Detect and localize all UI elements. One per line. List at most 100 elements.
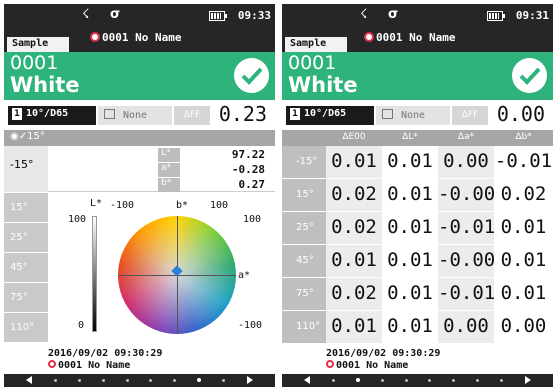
target-icon xyxy=(364,32,374,42)
page-dot xyxy=(476,379,480,382)
page-dot xyxy=(101,379,105,382)
next-page-arrow-icon[interactable] xyxy=(247,376,253,384)
cell-da: -0.00 xyxy=(438,245,495,277)
target-icon xyxy=(326,360,334,368)
cell-db: 0.01 xyxy=(494,245,553,277)
table-row: 75° 0.02 0.01 -0.01 0.01 xyxy=(282,278,553,311)
footer-datetime: 2016/09/02 09:30:29 xyxy=(48,348,163,359)
lightness-bar xyxy=(92,216,97,332)
lab-values: -15° L* 97.22 a* -0.28 b* 0.27 xyxy=(4,146,275,192)
observer-button[interactable]: 1 10°/D65 xyxy=(8,106,96,125)
angle-item[interactable]: 45° xyxy=(4,253,48,282)
check-circle-icon xyxy=(234,58,269,93)
cell-de00: 0.02 xyxy=(326,278,382,310)
b-top-label: 100 xyxy=(210,200,229,211)
angle-item[interactable]: 75° xyxy=(4,283,48,312)
observer-button[interactable]: 1 10°/D65 xyxy=(286,106,374,125)
lab-angle[interactable]: -15° xyxy=(4,146,48,192)
target-icon xyxy=(90,32,100,42)
a-value: -0.28 xyxy=(231,163,265,176)
table-row: 15° 0.02 0.01 -0.00 0.02 xyxy=(282,179,553,212)
angle-item[interactable]: 25° xyxy=(4,223,48,252)
page-dot xyxy=(173,379,177,382)
table-row: -15° 0.01 0.01 0.00 -0.01 xyxy=(282,146,553,179)
prev-page-arrow-icon[interactable] xyxy=(304,376,310,384)
a-left-label: -100 xyxy=(110,200,135,211)
page-dot xyxy=(380,379,384,382)
tab-sample[interactable]: Sample xyxy=(285,37,347,52)
row-angle: 45° xyxy=(282,245,326,277)
status-bar: ☇ σ 09:31 xyxy=(282,4,553,28)
illuminant2-button[interactable]: None xyxy=(98,106,172,125)
cell-dl: 0.01 xyxy=(382,311,438,343)
cell-dl: 0.01 xyxy=(382,179,438,211)
page-dots xyxy=(54,378,225,382)
dff-value: 0.00 xyxy=(496,102,545,126)
angle-item[interactable]: 15° xyxy=(4,193,48,222)
prev-page-arrow-icon[interactable] xyxy=(26,376,32,384)
screen-graph-view: ☇ σ 09:33 Sample 0001 No Name 0001 White… xyxy=(4,4,275,387)
a-label: a* xyxy=(158,163,180,177)
clock: 09:33 xyxy=(237,9,271,22)
cell-db: 0.01 xyxy=(494,212,553,244)
row-angle: 110° xyxy=(282,311,326,343)
cell-db: 0.02 xyxy=(494,179,553,211)
l-label: L* xyxy=(158,148,180,162)
cell-da: 0.00 xyxy=(438,311,494,343)
next-page-arrow-icon[interactable] xyxy=(525,376,531,384)
cell-da: -0.01 xyxy=(438,278,495,310)
cell-de00: 0.01 xyxy=(326,311,382,343)
row-angle: -15° xyxy=(282,146,326,178)
tab-sample[interactable]: Sample xyxy=(7,37,69,52)
sample-number: 0001 xyxy=(10,52,59,74)
bluetooth-power-icons: ☇ σ xyxy=(360,7,407,22)
page-dot xyxy=(54,379,57,382)
dff-label: ΔFF xyxy=(452,106,488,125)
l-value: 97.22 xyxy=(231,148,265,161)
table-row: 110° 0.01 0.01 0.00 0.00 xyxy=(282,311,553,344)
l-bottom-label: 0 xyxy=(78,320,85,331)
observer-label: 10°/D65 xyxy=(304,108,347,119)
footer-target: 0001 No Name xyxy=(48,360,130,371)
illuminant2-label: None xyxy=(401,110,426,121)
page-dot xyxy=(125,379,129,382)
l-axis-label: L* xyxy=(90,198,103,209)
dff-value: 0.23 xyxy=(218,102,267,126)
cell-db: -0.01 xyxy=(494,146,553,178)
page-dot xyxy=(499,379,503,382)
illuminant2-button[interactable]: None xyxy=(376,106,450,125)
tab-row: Sample 0001 No Name xyxy=(282,28,553,52)
check-circle-icon xyxy=(512,58,547,93)
status-bar: ☇ σ 09:33 xyxy=(4,4,275,28)
row-angle: 75° xyxy=(282,278,326,310)
cell-dl: 0.01 xyxy=(382,212,438,244)
sample-header: 0001 White xyxy=(282,52,553,100)
col-db: Δb* xyxy=(515,132,532,142)
page-dot xyxy=(332,379,335,382)
target-label: 0001 No Name xyxy=(376,31,456,44)
page-dot xyxy=(428,379,432,382)
dff-label: ΔFF xyxy=(174,106,210,125)
page-dot xyxy=(452,379,456,382)
right-bottom-label: -100 xyxy=(238,320,263,331)
observer-number: 1 xyxy=(290,108,300,120)
battery-icon xyxy=(487,11,505,21)
page-dot xyxy=(77,379,81,382)
row-angle: 25° xyxy=(282,212,326,244)
sample-name: White xyxy=(288,73,358,97)
angle-item[interactable]: 110° xyxy=(4,313,48,342)
right-top-label: 100 xyxy=(243,214,262,225)
illuminant2-label: None xyxy=(123,110,148,121)
cell-da: 0.00 xyxy=(438,146,494,178)
cell-dl: 0.01 xyxy=(382,146,438,178)
cell-db: 0.00 xyxy=(494,311,553,343)
cell-de00: 0.01 xyxy=(326,146,382,178)
tab-row: Sample 0001 No Name xyxy=(4,28,275,52)
col-de00: ΔE00 xyxy=(342,132,366,142)
footer: 2016/09/02 09:30:29 0001 No Name xyxy=(4,346,275,374)
b-value: 0.27 xyxy=(238,178,266,191)
sample-name: White xyxy=(10,73,80,97)
col-da: Δa* xyxy=(457,132,475,142)
table-header: ΔE00 ΔL* Δa* Δb* xyxy=(282,130,553,146)
page-dots xyxy=(332,378,503,382)
